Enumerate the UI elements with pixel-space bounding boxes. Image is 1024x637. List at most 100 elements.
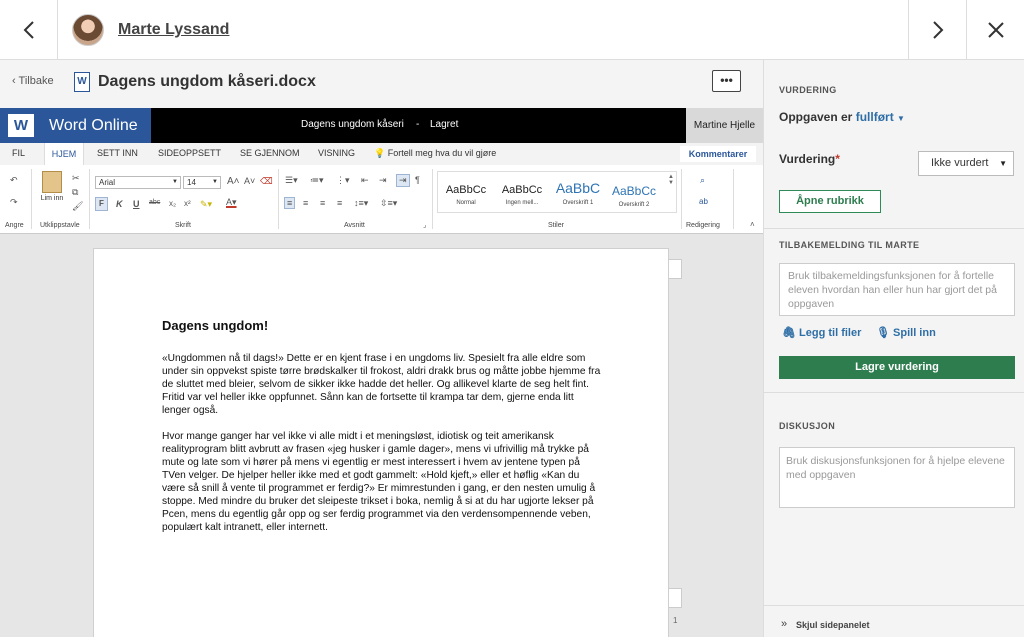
open-rubric-button[interactable]: Åpne rubrikk <box>779 190 881 213</box>
justify-icon[interactable]: ≡ <box>337 198 342 208</box>
ribbon-divider <box>432 169 433 229</box>
word-logo-icon: W <box>8 114 34 137</box>
close-icon <box>987 22 1004 38</box>
attach-files-label: Legg til filer <box>799 327 862 339</box>
tell-me-label: Fortell meg hva du vil gjøre <box>387 148 497 158</box>
multilevel-list-icon[interactable]: ⋮▾ <box>336 175 350 186</box>
underline-icon[interactable]: U <box>133 199 140 209</box>
ribbon-divider <box>278 169 279 229</box>
subscript-icon[interactable]: x₂ <box>169 199 176 208</box>
cut-icon[interactable]: ✂ <box>72 173 80 184</box>
strikethrough-icon[interactable]: abc <box>149 199 160 206</box>
align-left-icon[interactable]: ≡ <box>284 197 296 209</box>
font-name-value: Arial <box>99 178 116 187</box>
ltr-direction-icon[interactable]: ⇥ <box>396 174 410 187</box>
align-center-icon[interactable]: ≡ <box>303 198 308 208</box>
font-size-value: 14 <box>187 178 196 187</box>
collapse-ribbon-icon[interactable]: ˄ <box>750 220 755 229</box>
tell-me-search[interactable]: 💡 Fortell meg hva du vil gjøre <box>374 148 496 159</box>
document-page[interactable]: Dagens ungdom! «Ungdommen nå til dags!» … <box>93 248 669 637</box>
tab-sideoppsett[interactable]: SIDEOPPSETT <box>158 148 221 158</box>
ribbon-divider <box>681 169 682 229</box>
hide-panel-button[interactable]: » Skjul sidepanelet <box>764 605 1024 637</box>
paragraph-dialog-icon[interactable]: ⌟ <box>423 221 426 229</box>
word-brand[interactable]: W Word Online <box>0 108 151 143</box>
redo-icon[interactable]: ↷ <box>10 197 18 208</box>
discussion-textarea[interactable]: Bruk diskusjonsfunksjonen for å hjelpe e… <box>779 447 1015 508</box>
rtl-direction-icon[interactable]: ¶ <box>415 175 420 185</box>
grow-font-icon[interactable]: A˄ <box>227 176 240 187</box>
styles-scroll-icon[interactable]: ▲ ▼ <box>668 174 674 186</box>
lightbulb-icon: 💡 <box>374 148 386 158</box>
copy-icon[interactable]: ⧉ <box>72 187 78 198</box>
numbered-list-icon[interactable]: ≔▾ <box>310 175 324 186</box>
page-marker <box>669 259 682 279</box>
word-user-name[interactable]: Martine Hjelle <box>686 108 763 143</box>
replace-icon[interactable]: ab <box>699 197 708 206</box>
tab-visning[interactable]: VISNING <box>318 148 355 158</box>
styles-gallery: AaBbCc Normal AaBbCc Ingen mell... AaBbC… <box>437 171 677 213</box>
save-status: Lagret <box>430 119 459 130</box>
italic-icon[interactable]: K <box>116 199 123 209</box>
comments-button[interactable]: Kommentarer <box>680 146 756 162</box>
font-name-select[interactable]: Arial ▼ <box>95 176 181 189</box>
style-sample: AaBbC <box>555 180 601 196</box>
document-paragraph: Hvor mange ganger har vel ikke vi alle m… <box>162 431 596 533</box>
group-label-paragraph: Avsnitt <box>344 222 365 229</box>
previous-student-button[interactable] <box>0 0 58 60</box>
paragraph-spacing-icon[interactable]: ⇳≡▾ <box>380 198 397 209</box>
word-document-title[interactable]: Dagens ungdom kåseri <box>301 119 404 130</box>
font-color-icon[interactable]: A▾ <box>226 197 237 208</box>
feedback-textarea[interactable]: Bruk tilbakemeldingsfunksjonen for å for… <box>779 263 1015 316</box>
format-painter-icon[interactable]: 🖌 <box>72 201 83 212</box>
top-bar: Marte Lyssand <box>0 0 1024 60</box>
tab-fil[interactable]: FIL <box>12 148 25 158</box>
undo-icon[interactable]: ↶ <box>10 175 18 186</box>
grade-select[interactable]: Ikke vurdert ▼ <box>918 151 1014 176</box>
find-icon[interactable]: ⌕ <box>700 175 705 186</box>
back-link[interactable]: ‹ Tilbake <box>12 75 54 87</box>
superscript-icon[interactable]: x² <box>184 199 191 208</box>
increase-indent-icon[interactable]: ⇥ <box>379 175 387 186</box>
style-no-spacing[interactable]: AaBbCc Ingen mell... <box>497 184 547 206</box>
next-student-button[interactable] <box>908 0 966 60</box>
paste-button[interactable]: Lim inn <box>40 171 64 202</box>
status-value: fullført <box>855 110 894 124</box>
status-prefix: Oppgaven er <box>779 110 853 124</box>
tab-se-gjennom[interactable]: SE GJENNOM <box>240 148 300 158</box>
style-normal[interactable]: AaBbCc Normal <box>441 184 491 206</box>
status-dropdown[interactable]: fullført ▼ <box>856 110 905 124</box>
tab-sett-inn[interactable]: SETT INN <box>97 148 138 158</box>
style-heading-2[interactable]: AaBbCc Overskrift 2 <box>609 184 659 208</box>
bold-icon[interactable]: F <box>95 197 108 211</box>
microphone-icon: 🎙 <box>876 327 890 339</box>
style-sample: AaBbCc <box>445 184 487 196</box>
record-label: Spill inn <box>893 327 936 339</box>
word-file-icon: W <box>74 72 90 92</box>
tab-hjem[interactable]: HJEM <box>44 143 84 165</box>
bullet-list-icon[interactable]: ☰▾ <box>285 175 298 186</box>
document-canvas[interactable]: Dagens ungdom! «Ungdommen nå til dags!» … <box>0 234 763 637</box>
highlight-icon[interactable]: ✎▾ <box>200 199 212 210</box>
save-grading-button[interactable]: Lagre vurdering <box>779 356 1015 379</box>
style-name: Normal <box>456 200 476 206</box>
style-heading-1[interactable]: AaBbC Overskrift 1 <box>553 180 603 206</box>
grade-label: Vurdering* <box>779 152 840 166</box>
clipboard-icon <box>42 171 62 193</box>
align-right-icon[interactable]: ≡ <box>320 198 325 208</box>
shrink-font-icon[interactable]: A˅ <box>244 176 255 186</box>
feedback-section-label: TILBAKEMELDING TIL MARTE <box>779 240 920 250</box>
line-spacing-icon[interactable]: ↕≡▾ <box>354 198 368 209</box>
attach-files-link[interactable]: 🖇 Legg til filer <box>782 326 861 339</box>
document-file-name: Dagens ungdom kåseri.docx <box>98 73 316 90</box>
font-size-select[interactable]: 14 ▼ <box>183 176 221 189</box>
chevron-down-icon: ▼ <box>172 179 178 185</box>
decrease-indent-icon[interactable]: ⇤ <box>361 175 369 186</box>
more-options-button[interactable]: ••• <box>712 70 741 92</box>
ribbon-divider <box>31 169 32 229</box>
close-button[interactable] <box>966 0 1024 60</box>
document-header: ‹ Tilbake W Dagens ungdom kåseri.docx ••… <box>0 60 763 108</box>
record-audio-link[interactable]: 🎙 Spill inn <box>876 326 936 339</box>
clear-formatting-icon[interactable]: ⌫ <box>260 176 273 187</box>
student-name-link[interactable]: Marte Lyssand <box>118 21 229 39</box>
